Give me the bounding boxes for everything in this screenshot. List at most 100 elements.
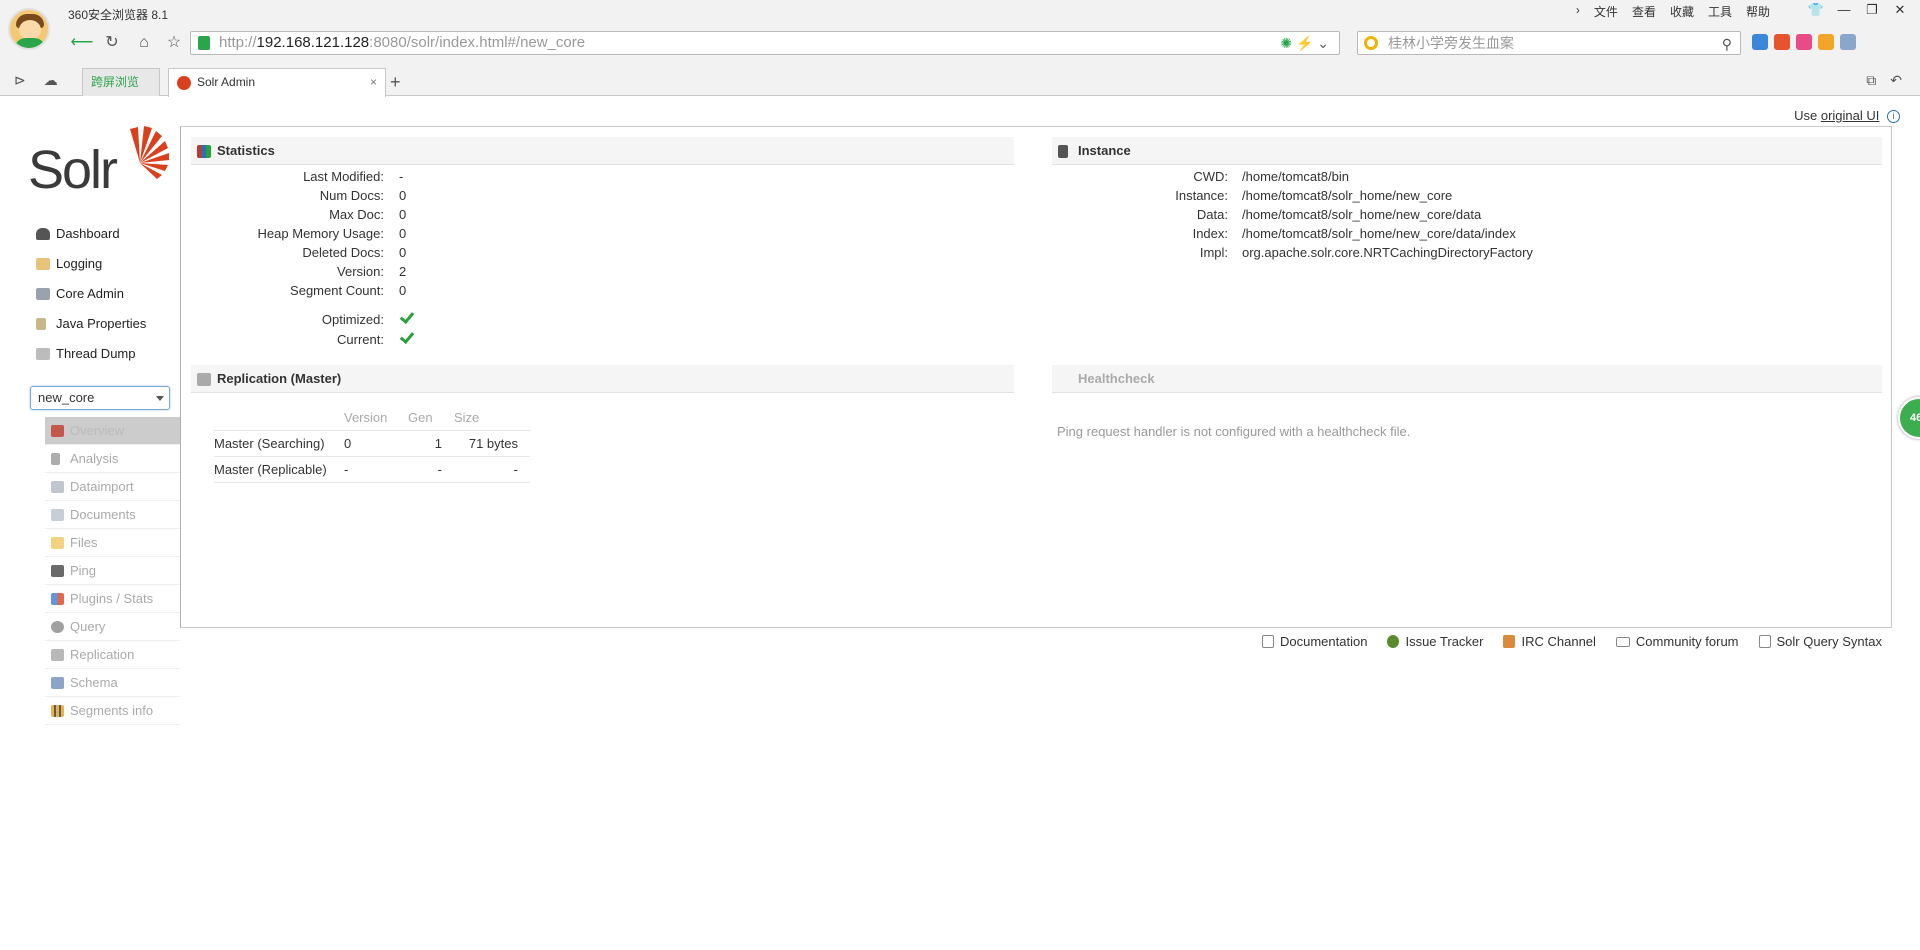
browser-chrome: 360安全浏览器 8.1 › 文件 查看 收藏 工具 帮助 👕 — ❐ ✕ ⟵ …	[0, 0, 1920, 97]
core-menu-label: Documents	[70, 507, 136, 522]
column-header	[214, 405, 344, 431]
solr-logo[interactable]: Solr	[28, 125, 169, 200]
core-menu-schema[interactable]: Schema	[45, 669, 180, 697]
address-bar[interactable]: http://192.168.121.128:8080/solr/index.h…	[190, 31, 1340, 55]
core-menu-documents[interactable]: Documents	[45, 501, 180, 529]
magnifier-icon	[51, 621, 64, 633]
restore-button[interactable]: ❐	[1858, 0, 1886, 20]
bookmark-ext-icon[interactable]	[1818, 34, 1834, 50]
core-menu-overview[interactable]: Overview	[45, 417, 180, 445]
core-selector[interactable]: new_core	[30, 386, 170, 410]
search-placeholder: 桂林小学旁发生血案	[1388, 35, 1514, 51]
stat-label: Deleted Docs:	[302, 245, 384, 260]
footer-issue-tracker[interactable]: Issue Tracker	[1387, 634, 1483, 649]
nav-java-properties[interactable]: Java Properties	[28, 309, 180, 339]
home-icon[interactable]: ⌂	[132, 31, 156, 55]
core-menu-label: Analysis	[70, 451, 119, 466]
minimize-button[interactable]: —	[1830, 0, 1858, 20]
restore-tabs-icon[interactable]: ⧉	[1866, 72, 1876, 89]
core-menu-segments-info[interactable]: Segments info	[45, 697, 180, 725]
nav-core-admin[interactable]: Core Admin	[28, 279, 180, 309]
schema-book-icon	[51, 677, 64, 689]
nav-thread-dump[interactable]: Thread Dump	[28, 339, 180, 369]
statistics-header: Statistics	[191, 137, 1014, 165]
core-menu-ping[interactable]: Ping	[45, 557, 180, 585]
close-tab-icon[interactable]: ×	[370, 69, 377, 95]
floating-speed-badge[interactable]: 46	[1898, 397, 1920, 439]
search-icon[interactable]: ⚲	[1722, 33, 1732, 55]
address-host: 192.168.121.128	[256, 34, 370, 51]
table-cell: 0	[344, 430, 408, 457]
optimized-label: Optimized:	[321, 312, 384, 327]
sidebar-toggle-icon[interactable]: ⊳	[14, 72, 26, 89]
core-menu-dataimport[interactable]: Dataimport	[45, 473, 180, 501]
footer-community-forum[interactable]: Community forum	[1615, 634, 1739, 649]
replication-header-row: Version Gen Size	[214, 405, 530, 431]
refresh-status-icon[interactable]: ✺	[1280, 35, 1292, 51]
menu-favorites[interactable]: 收藏	[1670, 3, 1694, 20]
translate-icon[interactable]	[1774, 34, 1790, 50]
core-overview-panel: Statistics Last Modified: - Num Docs: 0 …	[180, 126, 1892, 628]
instance-value: /home/tomcat8/solr_home/new_core	[1242, 188, 1453, 203]
table-cell: Master (Replicable)	[214, 456, 344, 483]
core-menu-analysis[interactable]: Analysis	[45, 445, 180, 473]
search-box[interactable]: 桂林小学旁发生血案 ⚲	[1357, 31, 1741, 55]
menu-tools[interactable]: 工具	[1708, 3, 1732, 20]
search-engine-icon[interactable]	[1364, 36, 1378, 50]
tab-solr-admin[interactable]: Solr Admin ×	[168, 68, 386, 97]
skin-icon[interactable]: 👕	[1802, 0, 1830, 20]
tab-cross-screen[interactable]: 跨屏浏览	[82, 68, 160, 96]
core-menu-label: Files	[70, 535, 98, 550]
screenshot-icon[interactable]	[1796, 34, 1812, 50]
zoom-icon[interactable]	[1840, 34, 1856, 50]
solr-logo-text: Solr	[28, 140, 118, 200]
footer-documentation[interactable]: Documentation	[1262, 634, 1367, 649]
footer-irc-channel[interactable]: IRC Channel	[1503, 634, 1596, 649]
info-icon[interactable]: i	[1887, 110, 1900, 124]
dataimport-icon	[51, 481, 64, 493]
footer-query-syntax[interactable]: Solr Query Syntax	[1758, 634, 1882, 649]
menu-help[interactable]: 帮助	[1746, 3, 1770, 20]
tab-strip-right-tools: ⧉ ↶	[1866, 72, 1902, 89]
mail-icon	[1615, 636, 1630, 647]
menu-view[interactable]: 查看	[1632, 3, 1656, 20]
footer-link-label: IRC Channel	[1521, 634, 1596, 649]
navigation-row: ⟵ ↻ ⌂ ☆ http://192.168.121.128:8080/solr…	[0, 28, 1920, 58]
core-menu-label: Overview	[70, 423, 125, 438]
close-window-button[interactable]: ✕	[1886, 0, 1914, 20]
instance-label: CWD:	[1193, 169, 1228, 184]
star-icon[interactable]: ☆	[162, 31, 186, 55]
tab-strip-tools: ⊳ ☁	[14, 72, 58, 89]
home-icon	[51, 425, 64, 437]
lightning-icon[interactable]: ⚡	[1296, 35, 1313, 51]
core-admin-icon	[36, 288, 50, 300]
reload-icon[interactable]: ↻	[100, 31, 124, 55]
chevron-down-icon	[156, 396, 164, 401]
logging-icon	[36, 258, 50, 270]
stat-value: 2	[399, 264, 407, 279]
back-arrow-icon[interactable]: ⟵	[70, 31, 94, 55]
nav-logging[interactable]: Logging	[28, 249, 180, 279]
nav-label: Dashboard	[56, 226, 120, 241]
apps-icon[interactable]	[1752, 34, 1768, 50]
core-menu-replication[interactable]: Replication	[45, 641, 180, 669]
core-menu-query[interactable]: Query	[45, 613, 180, 641]
menu-arrow-icon[interactable]: ›	[1576, 3, 1580, 20]
stat-label: Segment Count:	[290, 283, 384, 298]
funnel-icon	[51, 453, 60, 465]
original-ui-link[interactable]: original UI	[1821, 108, 1880, 123]
column-header: Size	[454, 405, 530, 431]
core-menu-files[interactable]: Files	[45, 529, 180, 557]
core-menu-label: Query	[70, 619, 106, 634]
core-menu-plugins-stats[interactable]: Plugins / Stats	[45, 585, 180, 613]
undo-close-icon[interactable]: ↶	[1890, 72, 1902, 89]
nav-dashboard[interactable]: Dashboard	[28, 219, 180, 249]
menu-file[interactable]: 文件	[1594, 3, 1618, 20]
current-label: Current:	[337, 332, 384, 347]
address-bar-icons: ✺ ⚡ ⌄	[1280, 32, 1329, 54]
dropdown-arrow-icon[interactable]: ⌄	[1317, 35, 1329, 51]
new-tab-button[interactable]: +	[390, 72, 401, 93]
solr-favicon-icon	[177, 75, 191, 90]
extension-icons	[1752, 34, 1856, 50]
cloud-icon[interactable]: ☁	[44, 72, 58, 89]
